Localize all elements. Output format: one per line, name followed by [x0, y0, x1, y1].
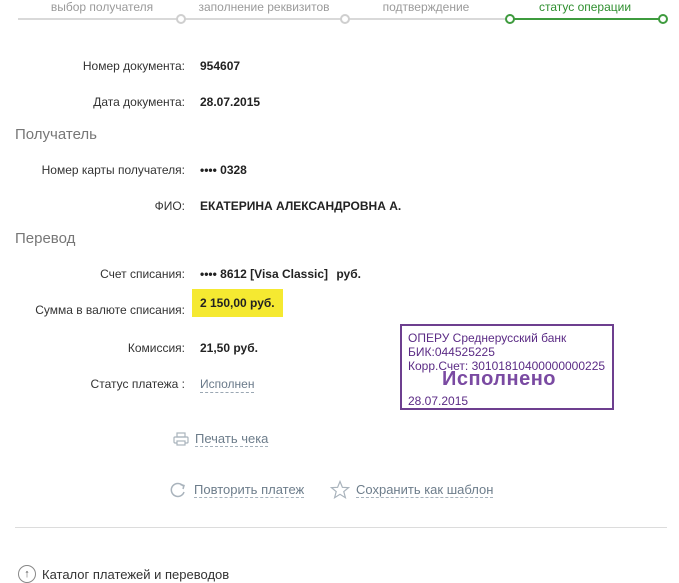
- amount-label: Сумма в валюте списания:: [35, 303, 185, 317]
- step-dot-3: [505, 14, 515, 24]
- document-date-label: Дата документа:: [93, 95, 185, 109]
- recipient-name-label: ФИО:: [154, 199, 185, 213]
- star-icon: [330, 480, 350, 500]
- stamp-status: Исполнено: [442, 368, 557, 390]
- fee-value: 21,50 руб.: [200, 341, 258, 355]
- bank-stamp: ОПЕРУ Среднерусский банк БИК:044525225 К…: [400, 324, 614, 410]
- step-label-4: статус операции: [538, 0, 632, 14]
- account-value: •••• 8612 [Visa Classic] руб.: [200, 267, 361, 281]
- printer-icon: [173, 432, 189, 446]
- recipient-card-value: •••• 0328: [200, 163, 247, 177]
- print-receipt-label: Печать чека: [195, 431, 269, 447]
- progress-steps: выбор получателя заполнение реквизитов п…: [18, 0, 668, 26]
- step-label-2: заполнение реквизитов: [198, 0, 330, 14]
- repeat-payment-label: Повторить платеж: [194, 482, 305, 498]
- document-date-value: 28.07.2015: [200, 95, 261, 109]
- save-template-label: Сохранить как шаблон: [356, 482, 494, 498]
- fee-label: Комиссия:: [127, 341, 185, 355]
- document-number-label: Номер документа:: [82, 59, 185, 73]
- stamp-bank-name: ОПЕРУ Среднерусский банк: [408, 331, 567, 345]
- transfer-section-title: Перевод: [15, 230, 76, 247]
- amount-value-wrap: 2 150,00 руб.: [192, 289, 283, 317]
- step-dot-4: [658, 14, 668, 24]
- status-label: Статус платежа :: [90, 377, 185, 391]
- divider: [15, 527, 667, 528]
- step-label-1: выбор получателя: [50, 0, 154, 14]
- account-currency: руб.: [336, 267, 361, 281]
- document-number-value: 954607: [200, 59, 241, 73]
- repeat-icon: [170, 482, 185, 498]
- stamp-date: 28.07.2015: [408, 394, 469, 408]
- amount-value: 2 150,00 руб.: [192, 289, 283, 317]
- recipient-section-title: Получатель: [15, 126, 97, 143]
- print-receipt-button[interactable]: Печать чека: [173, 431, 269, 447]
- status-value-wrap: Исполнен: [200, 377, 255, 393]
- recipient-name-value: ЕКАТЕРИНА АЛЕКСАНДРОВНА А.: [200, 199, 402, 213]
- account-number: •••• 8612 [Visa Classic]: [200, 267, 328, 281]
- save-template-button[interactable]: Сохранить как шаблон: [330, 480, 494, 500]
- account-label: Счет списания:: [100, 267, 185, 281]
- catalog-link[interactable]: ↑ Каталог платежей и переводов: [18, 565, 229, 583]
- arrow-up-icon: ↑: [18, 565, 36, 583]
- status-value[interactable]: Исполнен: [200, 377, 255, 393]
- step-dot-2: [340, 14, 350, 24]
- step-label-3: подтверждение: [382, 0, 470, 14]
- stamp-bik: БИК:044525225: [408, 345, 495, 359]
- catalog-label: Каталог платежей и переводов: [42, 566, 230, 582]
- recipient-card-label: Номер карты получателя:: [41, 163, 185, 177]
- steps-track: [18, 18, 508, 20]
- steps-track-active: [508, 18, 663, 20]
- repeat-payment-button[interactable]: Повторить платеж: [168, 480, 305, 500]
- step-dot-1: [176, 14, 186, 24]
